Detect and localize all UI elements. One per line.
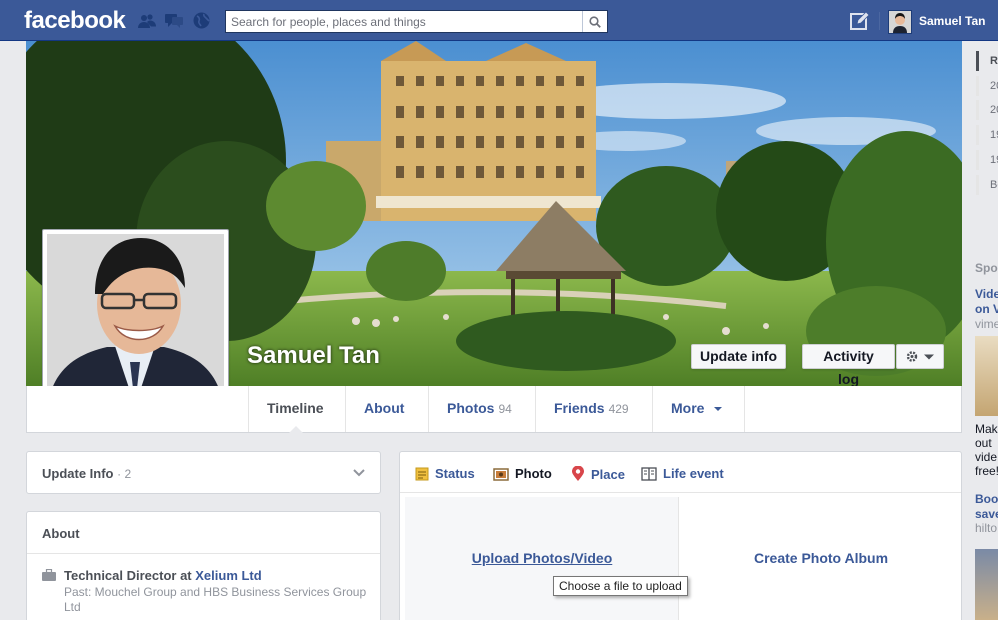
ad-image[interactable]	[975, 336, 998, 416]
friend-requests-icon[interactable]	[138, 13, 156, 29]
place-pin-icon	[572, 466, 584, 481]
ad-title-line[interactable]: Vide	[975, 287, 998, 301]
life-event-icon	[641, 466, 657, 481]
tab-friends-count: 429	[608, 402, 629, 416]
tab-more-label: More	[671, 400, 705, 416]
composer-tab-place-label: Place	[591, 466, 625, 482]
sponsored-heading: Spo	[975, 261, 998, 275]
about-divider	[27, 553, 380, 554]
user-avatar-image	[889, 11, 911, 33]
active-tab-indicator	[289, 426, 303, 433]
search-button[interactable]	[582, 11, 607, 32]
profile-name: Samuel Tan	[247, 342, 380, 369]
upload-tooltip: Choose a file to upload	[553, 576, 688, 596]
year-item[interactable]: 20	[976, 76, 998, 96]
profile-picture-image	[47, 234, 224, 409]
composer-divider	[400, 492, 961, 493]
about-job: Technical Director at Xelium Ltd	[64, 568, 262, 583]
ad-body-line: out	[975, 436, 992, 450]
profile-nav: Timeline About Photos 94 Friends 429 More	[26, 386, 962, 433]
ad-image[interactable]	[975, 549, 998, 620]
gear-icon	[906, 351, 934, 362]
topbar-divider	[879, 12, 880, 30]
chevron-down-icon[interactable]	[353, 469, 365, 477]
about-title: About	[42, 526, 80, 541]
update-info-count: · 2	[117, 467, 132, 481]
tab-more[interactable]: More	[652, 386, 745, 432]
update-info-title: Update Info	[42, 466, 114, 481]
about-past-jobs: Past: Mouchel Group and HBS Business Ser…	[64, 585, 367, 614]
briefcase-icon	[42, 569, 56, 581]
right-rail: R 20 20 19 19 Bo Spo Vide on V vime Make…	[966, 41, 998, 620]
search-icon	[589, 15, 601, 28]
activity-log-button[interactable]: Activity log	[802, 344, 895, 387]
year-item[interactable]: 20	[976, 100, 998, 120]
year-item[interactable]: Bo	[976, 175, 998, 195]
update-info-button[interactable]: Update info	[691, 344, 786, 369]
status-icon	[415, 467, 429, 480]
update-info-card[interactable]: Update Info · 2	[26, 451, 381, 494]
upload-photos-pane[interactable]: Upload Photos/Video	[405, 497, 679, 620]
compose-icon[interactable]	[850, 11, 870, 31]
composer-tab-status-label: Status	[435, 466, 475, 481]
year-item[interactable]: 19	[976, 150, 998, 170]
update-info-title-wrap: Update Info · 2	[42, 466, 131, 481]
create-photo-album-link[interactable]: Create Photo Album	[681, 550, 961, 566]
photo-icon	[493, 467, 509, 481]
composer-tab-status[interactable]: Status	[415, 466, 475, 481]
tab-timeline-label: Timeline	[267, 400, 324, 416]
composer-tab-life-event-label: Life event	[663, 466, 724, 481]
notifications-globe-icon[interactable]	[193, 12, 210, 29]
ad-title-line[interactable]: Boo	[975, 492, 998, 506]
tab-photos-label: Photos	[447, 400, 495, 416]
tab-photos[interactable]: Photos 94	[428, 386, 535, 432]
about-card: About Technical Director at Xelium Ltd P…	[26, 511, 381, 620]
messages-icon[interactable]	[165, 13, 183, 29]
year-item[interactable]: 19	[976, 125, 998, 145]
composer-tab-photo-label: Photo	[515, 466, 552, 481]
ad-body-line: Make	[975, 422, 998, 436]
facebook-logo[interactable]: facebook	[24, 7, 126, 35]
search-box	[225, 10, 608, 33]
composer-tab-place[interactable]: Place	[571, 466, 625, 482]
year-item-recent[interactable]: R	[976, 51, 998, 71]
ad-source: hilto	[975, 521, 998, 535]
chevron-down-icon	[714, 407, 723, 411]
tab-about-label: About	[364, 400, 405, 416]
tab-photos-count: 94	[498, 402, 512, 416]
composer-tab-photo[interactable]: Photo	[493, 466, 552, 481]
composer-tab-life-event[interactable]: Life event	[641, 466, 724, 481]
ad-title-line[interactable]: on V	[975, 302, 998, 316]
ad-body-line: vide	[975, 450, 998, 464]
tab-about[interactable]: About	[345, 386, 428, 432]
top-bar: facebook Samuel Tan	[0, 0, 998, 41]
tab-friends[interactable]: Friends 429	[535, 386, 652, 432]
about-company-link[interactable]: Xelium Ltd	[195, 568, 261, 583]
about-job-title: Technical Director at	[64, 568, 196, 583]
profile-photo-person	[47, 234, 224, 409]
user-name-link[interactable]: Samuel Tan	[919, 14, 985, 28]
upload-photos-video-link[interactable]: Upload Photos/Video	[405, 550, 679, 566]
ad-title-line[interactable]: save	[975, 507, 998, 521]
user-avatar[interactable]	[888, 10, 912, 34]
ad-body-line: free!	[975, 464, 998, 478]
tab-friends-label: Friends	[554, 400, 605, 416]
create-album-pane[interactable]: Create Photo Album	[681, 497, 961, 620]
ad-source: vime	[975, 317, 998, 331]
settings-menu-button[interactable]	[896, 344, 944, 369]
search-input[interactable]	[226, 11, 582, 32]
